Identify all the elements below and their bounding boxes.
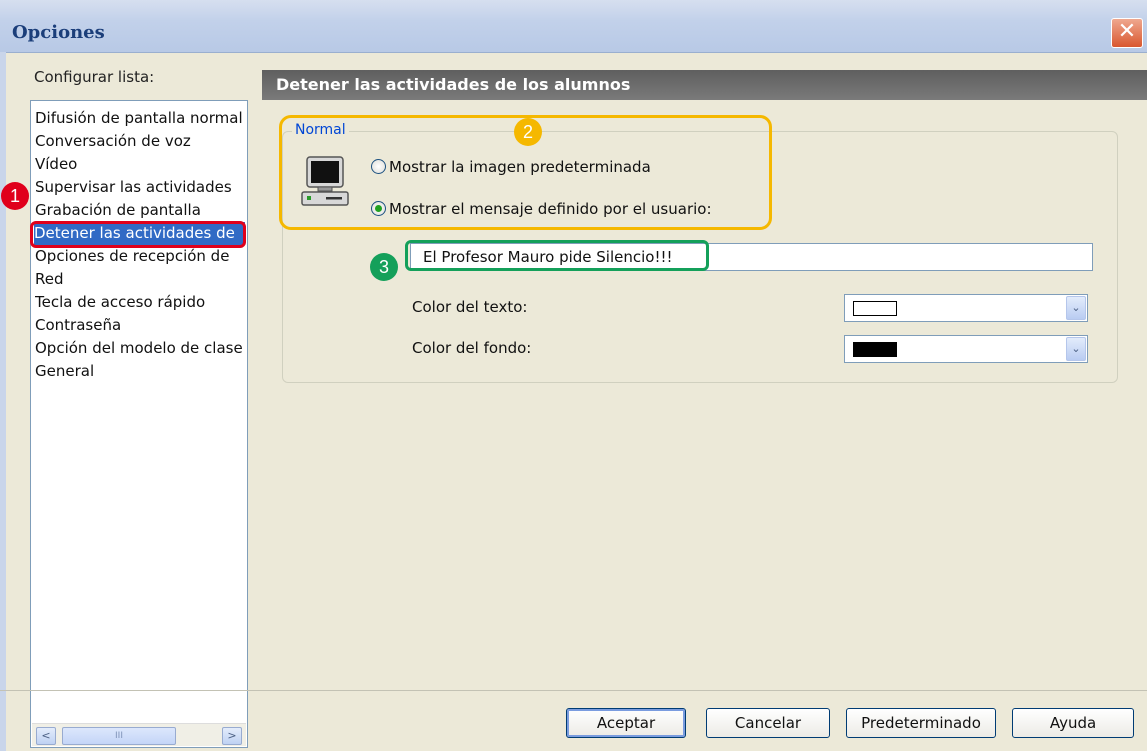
bg-color-swatch [853,342,897,357]
list-item-reception-options[interactable]: Opciones de recepción de [35,245,245,268]
close-icon: ✕ [1117,19,1137,44]
panel-header: Detener las actividades de los alumnos [262,70,1147,100]
list-item-hotkey[interactable]: Tecla de acceso rápido [35,291,245,314]
ok-button[interactable]: Aceptar [566,708,686,738]
list-item-voice-chat[interactable]: Conversación de voz [35,130,245,153]
close-button[interactable]: ✕ [1111,18,1143,48]
scroll-thumb[interactable]: III [62,727,176,745]
text-color-swatch [853,301,897,316]
window-title: Opciones [12,22,105,43]
list-item-class-model[interactable]: Opción del modelo de clase [35,337,245,360]
help-button[interactable]: Ayuda [1012,708,1134,738]
title-bar: Opciones ✕ [0,0,1147,53]
arrow-right-icon: > [227,729,237,742]
arrow-left-icon: < [41,729,51,742]
footer-divider [0,690,1147,691]
annotation-badge-2: 2 [514,118,542,146]
list-item-video[interactable]: Vídeo [35,153,245,176]
settings-list[interactable]: Difusión de pantalla normal Conversación… [30,100,248,748]
window-frame-left [0,52,6,751]
grip-icon: III [115,731,123,741]
list-item-general[interactable]: General [35,360,245,383]
scroll-left-button[interactable]: < [36,727,56,745]
cancel-button[interactable]: Cancelar [706,708,830,738]
annotation-badge-3: 3 [370,253,398,281]
annotation-highlight-3 [405,240,709,271]
list-item-screen-broadcast[interactable]: Difusión de pantalla normal [35,107,245,130]
chevron-down-icon[interactable]: ⌄ [1066,337,1086,361]
sidebar-label: Configurar lista: [34,68,155,86]
list-item-password[interactable]: Contraseña [35,314,245,337]
text-color-label: Color del texto: [412,298,528,316]
annotation-highlight-1 [30,221,246,248]
list-item-network[interactable]: Red [35,268,245,291]
list-item-screen-recording[interactable]: Grabación de pantalla [35,199,245,222]
default-button[interactable]: Predeterminado [846,708,996,738]
annotation-badge-1: 1 [1,182,29,210]
horizontal-scrollbar[interactable]: < III > [32,723,246,746]
text-color-dropdown[interactable]: ⌄ [844,294,1088,322]
list-item-monitor[interactable]: Supervisar las actividades [35,176,245,199]
bg-color-dropdown[interactable]: ⌄ [844,335,1088,363]
bg-color-label: Color del fondo: [412,339,532,357]
chevron-down-icon[interactable]: ⌄ [1066,296,1086,320]
scroll-right-button[interactable]: > [222,727,242,745]
